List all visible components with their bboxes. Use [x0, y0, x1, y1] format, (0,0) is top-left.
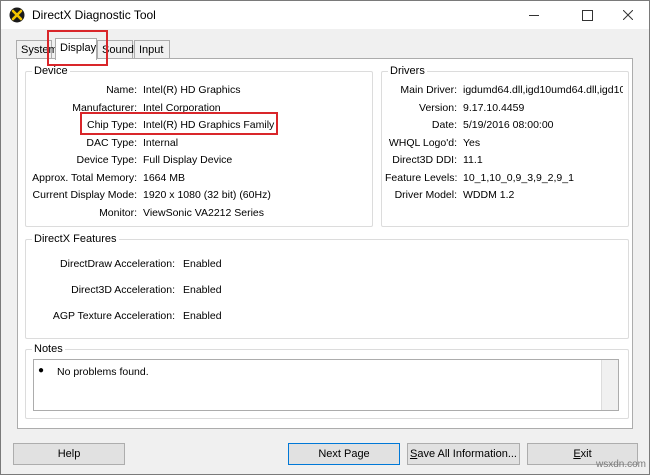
device-field-label: Name:	[106, 84, 137, 96]
driver-field-label: Main Driver:	[400, 84, 457, 96]
device-field-value: 1920 x 1080 (32 bit) (60Hz)	[143, 189, 271, 201]
feature-field-value: Enabled	[183, 284, 222, 296]
dxdiag-window: DirectX Diagnostic Tool System Display S…	[0, 0, 650, 475]
feature-field-label: Direct3D Acceleration:	[71, 284, 175, 296]
window-title: DirectX Diagnostic Tool	[32, 8, 156, 22]
notes-group-label: Notes	[34, 343, 63, 355]
save-all-mnemonic: S	[409, 448, 418, 460]
device-field-value: Full Display Device	[143, 154, 233, 166]
title-bar: DirectX Diagnostic Tool	[1, 1, 649, 29]
next-page-button[interactable]: Next Page	[288, 443, 400, 465]
next-page-button-label: Next Page	[318, 448, 370, 460]
feature-field-label: DirectDraw Acceleration:	[60, 258, 175, 270]
driver-field-label: Date:	[431, 119, 457, 131]
exit-button-label: xit	[580, 448, 592, 460]
close-icon	[623, 10, 633, 20]
close-button[interactable]	[605, 1, 650, 29]
directx-icon	[9, 7, 25, 23]
driver-field-label: WHQL Logo'd:	[388, 136, 457, 149]
exit-mnemonic: E	[573, 448, 581, 460]
device-field-label: Current Display Mode:	[32, 189, 137, 201]
bullet-icon: ●	[38, 365, 45, 376]
device-field-value: ViewSonic VA2212 Series	[143, 206, 265, 219]
driver-field-value: 10_1,10_0,9_3,9_2,9_1	[463, 171, 574, 184]
driver-field-label: Direct3D DDI:	[392, 154, 457, 166]
device-field-value: Intel(R) HD Graphics	[143, 84, 241, 96]
device-field-label: Approx. Total Memory:	[32, 171, 137, 184]
minimize-button[interactable]	[511, 1, 557, 29]
driver-field-value: WDDM 1.2	[463, 189, 515, 201]
maximize-button[interactable]	[564, 1, 610, 29]
feature-field-value: Enabled	[183, 310, 222, 322]
save-all-button-label: ave All Information...	[417, 448, 517, 460]
driver-field-label: Feature Levels:	[385, 171, 458, 184]
notes-scrollbar[interactable]	[601, 360, 618, 410]
device-field-value: Internal	[143, 136, 179, 149]
device-group-label: Device	[34, 65, 68, 77]
drivers-group-label: Drivers	[390, 65, 425, 77]
tab-input[interactable]: Input	[134, 40, 170, 59]
highlight-chip-type	[80, 112, 278, 135]
notes-textbox[interactable]: ● No problems found.	[33, 359, 619, 411]
help-button[interactable]: Help	[13, 443, 125, 465]
driver-field-value: 5/19/2016 08:00:00	[463, 119, 554, 131]
feature-field-label: AGP Texture Acceleration:	[52, 310, 175, 322]
device-field-label: Monitor:	[99, 206, 137, 219]
device-field-value: 1664 MB	[143, 171, 186, 184]
highlight-display-tab	[47, 30, 108, 66]
driver-field-value: igdumd64.dll,igd10umd64.dll,igd10um	[463, 84, 623, 96]
note-item: No problems found.	[57, 366, 149, 378]
maximize-icon	[581, 9, 593, 21]
save-all-information-button[interactable]: Save All Information...	[407, 443, 520, 465]
device-field-label: Device Type:	[76, 154, 137, 166]
driver-field-value: Yes	[463, 136, 481, 149]
minimize-icon	[529, 14, 539, 16]
feature-field-value: Enabled	[183, 258, 222, 270]
driver-field-value: 11.1	[463, 154, 483, 166]
driver-field-label: Driver Model:	[394, 189, 457, 201]
driver-field-label: Version:	[419, 101, 457, 114]
watermark: wsxdn.com	[596, 459, 647, 470]
device-field-label: DAC Type:	[86, 136, 137, 149]
help-button-label: Help	[57, 448, 81, 460]
directx-features-group-label: DirectX Features	[34, 233, 117, 245]
driver-field-value: 9.17.10.4459	[463, 101, 525, 114]
